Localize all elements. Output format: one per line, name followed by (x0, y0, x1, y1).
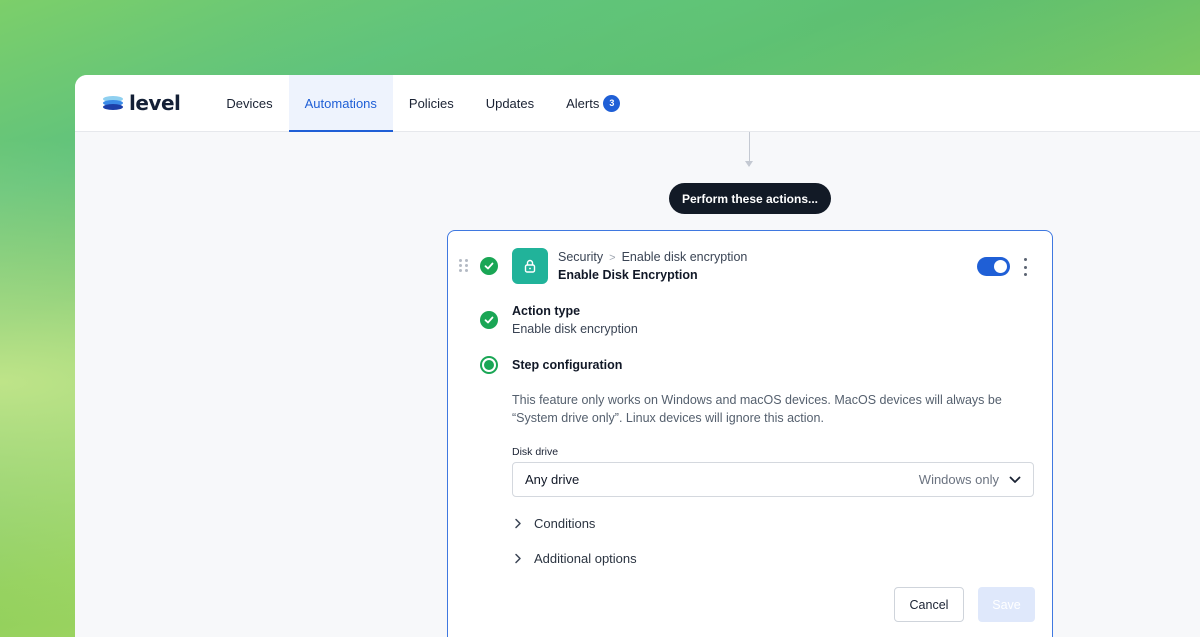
breadcrumb-item: Enable disk encryption (621, 250, 748, 264)
chevron-right-icon (515, 553, 521, 564)
step-configuration-label: Step configuration (512, 358, 623, 372)
nav-updates[interactable]: Updates (470, 75, 550, 131)
alerts-count-badge: 3 (603, 94, 621, 112)
breadcrumb-category[interactable]: Security (558, 250, 603, 264)
step-configuration-current-icon (480, 356, 498, 374)
nav-devices-label: Devices (226, 95, 273, 111)
perform-actions-pill: Perform these actions... (669, 183, 831, 214)
more-options-icon[interactable] (1022, 258, 1028, 276)
cancel-button[interactable]: Cancel (894, 587, 964, 622)
action-enabled-toggle[interactable] (977, 257, 1010, 276)
action-type-value: Enable disk encryption (512, 322, 638, 336)
top-navigation: level Devices Automations Policies Updat… (75, 75, 1200, 132)
action-type-check-icon (480, 311, 498, 329)
nav-updates-label: Updates (485, 95, 535, 111)
action-card: Security > Enable disk encryption Enable D… (447, 230, 1053, 637)
chevron-down-icon (1009, 476, 1021, 483)
conditions-expander[interactable]: Conditions (514, 516, 595, 531)
disk-drive-label: Disk drive (512, 446, 559, 458)
flow-arrow-icon (745, 161, 753, 167)
nav-policies-label: Policies (408, 95, 454, 111)
brand-name: level (129, 91, 181, 115)
drag-handle-icon[interactable] (459, 259, 469, 272)
action-complete-check-icon (480, 257, 498, 275)
nav-devices[interactable]: Devices (210, 75, 288, 131)
lock-icon (512, 248, 548, 284)
disk-drive-hint: Windows only (918, 472, 999, 487)
nav-alerts-label: Alerts (566, 95, 600, 111)
breadcrumb: Security > Enable disk encryption (558, 250, 747, 264)
chevron-right-icon (515, 518, 521, 529)
toggle-knob (994, 260, 1007, 273)
level-logo-icon (103, 96, 125, 110)
brand-logo[interactable]: level (103, 75, 181, 131)
save-button[interactable]: Save (978, 587, 1035, 622)
action-title: Enable Disk Encryption (558, 268, 698, 282)
nav-policies[interactable]: Policies (393, 75, 470, 131)
app-window: level Devices Automations Policies Updat… (75, 75, 1200, 637)
configuration-description: This feature only works on Windows and m… (512, 393, 1002, 425)
disk-drive-value: Any drive (525, 472, 580, 487)
additional-options-label: Additional options (534, 551, 637, 566)
disk-drive-select[interactable]: Any drive Windows only (512, 462, 1034, 497)
action-type-label: Action type (512, 304, 581, 318)
nav-alerts[interactable]: Alerts 3 (550, 75, 636, 131)
nav-automations[interactable]: Automations (288, 75, 394, 132)
chevron-right-icon: > (609, 252, 616, 264)
nav-automations-label: Automations (304, 95, 377, 111)
conditions-label: Conditions (534, 516, 596, 531)
additional-options-expander[interactable]: Additional options (514, 551, 637, 566)
